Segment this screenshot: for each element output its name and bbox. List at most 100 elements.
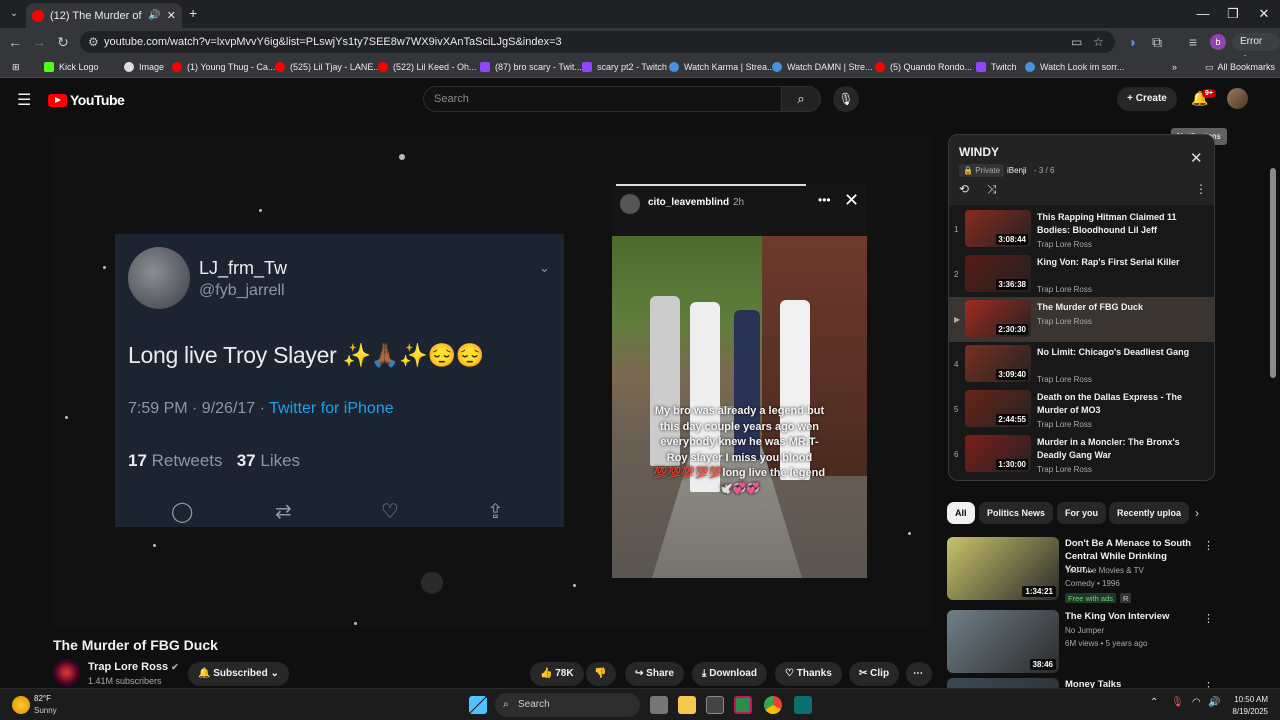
playlist-item-thumbnail[interactable]: 3:09:40	[965, 345, 1031, 382]
apps-grid-icon[interactable]: ⊞	[12, 60, 20, 74]
new-tab-button[interactable]: +	[189, 5, 197, 21]
recommendation-item[interactable]: 1:34:21 Don't Be A Menace to South Centra…	[947, 537, 1267, 603]
subscribed-button[interactable]: 🔔 Subscribed ⌄	[188, 662, 289, 686]
chip-recently-uploaded[interactable]: Recently uploa	[1109, 502, 1189, 524]
recommendation-channel[interactable]: No Jumper	[1065, 626, 1104, 635]
bookmark-item[interactable]: (5) Quando Rondo...	[875, 60, 972, 74]
account-avatar[interactable]	[1227, 88, 1248, 109]
tab-search-icon[interactable]: ⌄	[6, 6, 22, 22]
bookmark-item[interactable]: Twitch	[976, 60, 1017, 74]
hamburger-icon[interactable]: ☰	[17, 90, 31, 110]
more-vert-icon[interactable]: ⋮	[1195, 182, 1207, 196]
more-vert-icon[interactable]: ⋮	[1203, 539, 1214, 552]
bookmark-item[interactable]: scary pt2 - Twitch	[582, 60, 667, 74]
extensions-puzzle-icon[interactable]: ⧉	[1148, 33, 1166, 51]
playlist-item-thumbnail[interactable]: 2:44:55	[965, 390, 1031, 427]
recommendation-thumbnail[interactable]: 1:34:21	[947, 537, 1059, 600]
recommendation-title[interactable]: Money Talks	[1065, 678, 1195, 688]
taskbar-clock[interactable]: 10:50 AM 8/19/2025	[1228, 694, 1268, 718]
start-icon[interactable]	[469, 696, 487, 714]
loop-icon[interactable]: ⟲	[959, 182, 969, 196]
playlist-item-channel[interactable]: Trap Lore Ross	[1037, 420, 1092, 429]
playlist-item[interactable]: 6 1:30:00 Murder in a Moncler: The Bronx's…	[949, 432, 1214, 477]
chip-for-you[interactable]: For you	[1057, 502, 1106, 524]
playlist-owner[interactable]: iBenji	[1007, 166, 1027, 175]
bookmark-item[interactable]: (522) Lil Keed - Oh...	[378, 60, 477, 74]
bookmark-item[interactable]: Watch Karma | Strea...	[669, 60, 775, 74]
voice-search-button[interactable]: 🎙	[833, 86, 859, 112]
playlist-item[interactable]: 1 3:08:44 This Rapping Hitman Claimed 11 B…	[949, 207, 1214, 252]
volume-icon[interactable]: 🔊	[1208, 697, 1220, 708]
forward-button[interactable]: →	[30, 33, 48, 51]
chip-all[interactable]: All	[947, 502, 975, 524]
tab-close-icon[interactable]: ✕	[167, 9, 176, 22]
maximize-button[interactable]: ❐	[1218, 4, 1248, 24]
playlist-item-thumbnail[interactable]: 3:36:38	[965, 255, 1031, 292]
share-button[interactable]: ↪ Share	[625, 662, 684, 686]
bookmark-item[interactable]: Kick Logo	[44, 60, 99, 74]
page-scrollbar[interactable]	[1270, 168, 1276, 378]
playlist-item-title[interactable]: This Rapping Hitman Claimed 11 Bodies: B…	[1037, 211, 1195, 237]
chip-politics-news[interactable]: Politics News	[979, 502, 1054, 524]
profile-avatar[interactable]: b	[1210, 34, 1226, 50]
recommendation-item[interactable]: Money Talks ⋮	[947, 678, 1267, 688]
shuffle-icon[interactable]: ⤨	[987, 182, 997, 197]
playlist-item-title[interactable]: No Limit: Chicago's Deadliest Gang	[1037, 346, 1195, 359]
playlist-item-title[interactable]: Death on the Dallas Express - The Murder…	[1037, 391, 1195, 417]
chrome-icon[interactable]	[764, 696, 782, 714]
address-bar[interactable]: ⚙ youtube.com/watch?v=lxvpMvvY6ig&list=P…	[80, 31, 1115, 53]
more-bookmarks-icon[interactable]: »	[1172, 60, 1177, 74]
search-input[interactable]: Search	[423, 86, 781, 112]
thanks-button[interactable]: ♡ Thanks	[775, 662, 842, 686]
recommendation-channel[interactable]: YouTube Movies & TV	[1065, 566, 1144, 575]
bookmark-item[interactable]: Watch Look im sorr...	[1025, 60, 1124, 74]
playlist-item-thumbnail[interactable]: 1:30:00	[965, 435, 1031, 472]
extension-icon[interactable]: ◗	[1124, 33, 1142, 51]
cast-icon[interactable]: ▭	[1071, 35, 1082, 49]
bookmark-item[interactable]: (1) Young Thug - Ca...	[172, 60, 275, 74]
task-view-icon[interactable]	[650, 696, 668, 714]
app-icon[interactable]	[706, 696, 724, 714]
clip-button[interactable]: ✂ Clip	[849, 662, 900, 686]
playlist-item-channel[interactable]: Trap Lore Ross	[1037, 317, 1092, 326]
tab-audio-icon[interactable]: 🔊	[148, 10, 160, 21]
mic-icon[interactable]: 🎙	[1171, 697, 1184, 708]
tray-chevron-icon[interactable]: ⌃	[1150, 697, 1158, 708]
like-button[interactable]: 👍 78K	[530, 662, 584, 686]
dislike-button[interactable]: 👎	[586, 662, 616, 686]
more-vert-icon[interactable]: ⋮	[1203, 612, 1214, 625]
bookmark-item[interactable]: (87) bro scary - Twit...	[480, 60, 582, 74]
back-button[interactable]: ←	[6, 33, 24, 51]
bookmark-item[interactable]: (525) Lil Tjay - LANE...	[275, 60, 381, 74]
youtube-logo[interactable]: YouTube	[48, 92, 125, 108]
create-button[interactable]: + Create	[1117, 87, 1177, 111]
video-player[interactable]: LJ_frm_Tw @fyb_jarrell ⌄ Long live Troy …	[53, 134, 931, 628]
playlist-item-channel[interactable]: Trap Lore Ross	[1037, 240, 1092, 249]
playlist-item[interactable]: 2 3:36:38 King Von: Rap's First Serial Kil…	[949, 252, 1214, 297]
recommendation-thumbnail[interactable]	[947, 678, 1059, 688]
playlist-item[interactable]: 4 3:09:40 No Limit: Chicago's Deadliest Ga…	[949, 342, 1214, 387]
search-button[interactable]: ⌕	[781, 86, 821, 112]
playlist-item[interactable]: ▶ 2:30:30 The Murder of FBG Duck Trap Lore …	[949, 297, 1214, 342]
minimize-button[interactable]: —	[1188, 4, 1218, 24]
visual-studio-icon[interactable]	[794, 696, 812, 714]
close-window-button[interactable]: ✕	[1249, 4, 1279, 24]
more-actions-button[interactable]: ⋯	[906, 662, 932, 686]
playlist-item-channel[interactable]: Trap Lore Ross	[1037, 285, 1092, 294]
app-icon-green[interactable]	[734, 696, 752, 714]
playlist-item[interactable]: 5 2:44:55 Death on the Dallas Express - Th…	[949, 387, 1214, 432]
site-info-icon[interactable]: ⚙	[88, 35, 99, 49]
playlist-item-thumbnail[interactable]: 3:08:44	[965, 210, 1031, 247]
file-explorer-icon[interactable]	[678, 696, 696, 714]
download-button[interactable]: ⤓ Download	[692, 662, 767, 686]
bookmark-item[interactable]: Image	[124, 60, 164, 74]
error-indicator[interactable]: Error ⋮	[1232, 33, 1280, 65]
weather-icon[interactable]	[12, 696, 30, 714]
playlist-item-title[interactable]: King Von: Rap's First Serial Killer	[1037, 256, 1195, 269]
recommendation-thumbnail[interactable]: 38:46	[947, 610, 1059, 673]
wifi-icon[interactable]: ◠	[1192, 697, 1201, 708]
recommendation-item[interactable]: 38:46 The King Von Interview No Jumper 6M v…	[947, 610, 1267, 676]
taskbar-search[interactable]: ⌕ Search	[495, 693, 640, 717]
bookmark-star-icon[interactable]: ☆	[1093, 35, 1104, 49]
reload-button[interactable]: ↻	[54, 33, 72, 51]
